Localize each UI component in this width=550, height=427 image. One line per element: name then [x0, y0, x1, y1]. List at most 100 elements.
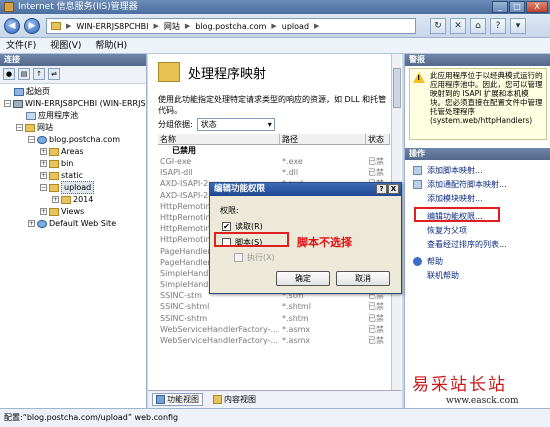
server-icon: [51, 22, 61, 30]
table-row[interactable]: WebServiceHandlerFactory-... *.asmx 已禁: [158, 335, 390, 346]
highlight-edit-permissions: [414, 207, 500, 222]
address-toolbar: ◀ ▶ ▶ WIN-ERRJS8PCHBI ▶ 网站 ▶ blog.postch…: [0, 14, 550, 38]
page-description: 使用此功能指定处理特定请求类型的响应的资源，如 DLL 和托管代码。: [158, 95, 387, 115]
table-row[interactable]: CGI-exe *.exe 已禁: [158, 156, 390, 167]
tree-item-views[interactable]: + Views: [40, 206, 84, 217]
folder-icon: [61, 195, 71, 204]
maximize-button[interactable]: □: [509, 1, 525, 13]
watermark-url: www.easck.com: [446, 396, 519, 406]
breadcrumb-server[interactable]: WIN-ERRJS8PCHBI: [76, 22, 148, 31]
cell-path: *.shtml: [282, 302, 311, 312]
minimize-button[interactable]: _: [492, 1, 508, 13]
group-disabled[interactable]: 已禁用: [158, 145, 390, 156]
cell-name: SSINC-shtml: [160, 302, 210, 312]
table-header: 名称 路径 状态: [158, 134, 390, 145]
home-icon[interactable]: ⌂: [470, 18, 486, 34]
alert-box: 此应用程序位于以经典模式运行的应用程序池中。因此，您可以管理映射到的 ISAPI…: [409, 68, 547, 140]
expand-icon[interactable]: +: [40, 172, 47, 179]
folder-icon: [49, 207, 59, 216]
forward-button[interactable]: ▶: [24, 18, 40, 34]
column-state[interactable]: 状态: [366, 134, 390, 144]
cancel-button[interactable]: 取消: [336, 271, 390, 286]
read-checkbox[interactable]: ✔: [222, 222, 231, 231]
breadcrumb-site[interactable]: blog.postcha.com: [195, 22, 266, 31]
tree-item-start-page[interactable]: 起始页: [14, 86, 50, 97]
table-row[interactable]: SSINC-shtml *.shtml 已禁: [158, 301, 390, 312]
group-by-select[interactable]: 状态: [196, 118, 275, 131]
expand-icon[interactable]: +: [40, 148, 47, 155]
tree-item-2014[interactable]: + 2014: [52, 194, 93, 205]
breadcrumb-folder[interactable]: upload: [282, 22, 309, 31]
action-add-script-map[interactable]: 添加脚本映射...: [427, 165, 483, 176]
column-name[interactable]: 名称: [158, 134, 280, 144]
close-button[interactable]: X: [526, 1, 548, 13]
tree-item-sites[interactable]: − 网站: [16, 122, 53, 133]
expand-icon[interactable]: +: [52, 196, 59, 203]
collapse-icon[interactable]: −: [40, 184, 47, 191]
dialog-close-button[interactable]: X: [388, 184, 399, 194]
alert-text: 此应用程序位于以经典模式运行的应用程序池中。因此，您可以管理映射到的 ISAPI…: [430, 71, 543, 125]
scroll-thumb[interactable]: [393, 68, 401, 108]
tree-item-areas[interactable]: + Areas: [40, 146, 84, 157]
save-icon[interactable]: ▤: [18, 68, 30, 80]
expand-icon[interactable]: +: [40, 208, 47, 215]
stop-icon[interactable]: ✕: [450, 18, 466, 34]
cell-name: ISAPI-dll: [160, 168, 193, 178]
cell-name: SSINC-shtm: [160, 313, 208, 323]
connect-icon[interactable]: ●: [3, 68, 15, 80]
action-revert-to-parent[interactable]: 恢复为父项: [427, 225, 467, 236]
menu-help[interactable]: 帮助(H): [95, 38, 127, 53]
action-add-module-map[interactable]: 添加模块映射...: [427, 193, 483, 204]
menu-file[interactable]: 文件(F): [6, 38, 36, 53]
expand-icon[interactable]: +: [40, 160, 47, 167]
breadcrumb[interactable]: ▶ WIN-ERRJS8PCHBI ▶ 网站 ▶ blog.postcha.co…: [46, 18, 416, 34]
tree-item-site[interactable]: − blog.postcha.com: [28, 134, 120, 145]
folder-icon: [25, 123, 35, 132]
tree-item-bin[interactable]: + bin: [40, 158, 73, 169]
action-add-wildcard-script-map[interactable]: 添加通配符脚本映射...: [427, 179, 507, 190]
cell-name: WebServiceHandlerFactory-...: [160, 324, 279, 334]
annotation-text: 脚本不选择: [297, 236, 352, 249]
up-icon[interactable]: ↑: [33, 68, 45, 80]
breadcrumb-sites[interactable]: 网站: [164, 21, 180, 32]
table-row[interactable]: ISAPI-dll *.dll 已禁: [158, 167, 390, 178]
folder-icon: [49, 147, 59, 156]
help-icon[interactable]: ?: [490, 18, 506, 34]
tree-item-app-pools[interactable]: 应用程序池: [26, 110, 78, 121]
tree-item-static[interactable]: + static: [40, 170, 83, 181]
cell-state: 已禁: [368, 336, 384, 345]
add-script-map-icon: [413, 166, 422, 175]
connection-icon[interactable]: ⇌: [48, 68, 60, 80]
collapse-icon[interactable]: −: [28, 136, 35, 143]
tree-item-upload[interactable]: − upload: [40, 181, 95, 194]
help-icon: [413, 257, 422, 266]
cell-name: CGI-exe: [160, 157, 192, 166]
tree-item-server[interactable]: − WIN-ERRJS8PCHBI (WIN-ERRJS: [4, 98, 146, 109]
action-online-help[interactable]: 联机帮助: [427, 270, 459, 281]
folder-icon: [49, 183, 59, 192]
back-button[interactable]: ◀: [4, 18, 20, 34]
column-path[interactable]: 路径: [280, 134, 366, 144]
action-help[interactable]: 帮助: [427, 256, 443, 267]
tab-content-view[interactable]: 内容视图: [209, 393, 260, 406]
folder-icon: [49, 171, 59, 180]
collapse-icon[interactable]: −: [16, 124, 23, 131]
ok-button[interactable]: 确定: [276, 271, 330, 286]
table-row[interactable]: SSINC-shtm *.shtm 已禁: [158, 313, 390, 324]
dialog-help-button[interactable]: ?: [376, 184, 387, 194]
cell-path: *.exe: [282, 157, 303, 166]
dropdown-icon[interactable]: ▾: [510, 18, 526, 34]
dialog-title: 编辑功能权限 ? X: [210, 183, 401, 196]
expand-icon[interactable]: +: [28, 220, 35, 227]
collapse-icon[interactable]: −: [4, 100, 11, 107]
action-view-ordered-list[interactable]: 查看经过排序的列表...: [427, 239, 507, 250]
cell-state: 已禁: [368, 157, 384, 166]
menu-view[interactable]: 视图(V): [50, 38, 81, 53]
refresh-icon[interactable]: ↻: [430, 18, 446, 34]
table-row[interactable]: WebServiceHandlerFactory-... *.asmx 已禁: [158, 324, 390, 335]
actions-title: 操作: [405, 148, 550, 160]
tab-features-view[interactable]: 功能视图: [152, 393, 203, 406]
tree-item-default-site[interactable]: + Default Web Site: [28, 218, 116, 229]
read-checkbox-row[interactable]: ✔ 读取(R): [222, 221, 263, 232]
warning-icon: [413, 72, 425, 83]
